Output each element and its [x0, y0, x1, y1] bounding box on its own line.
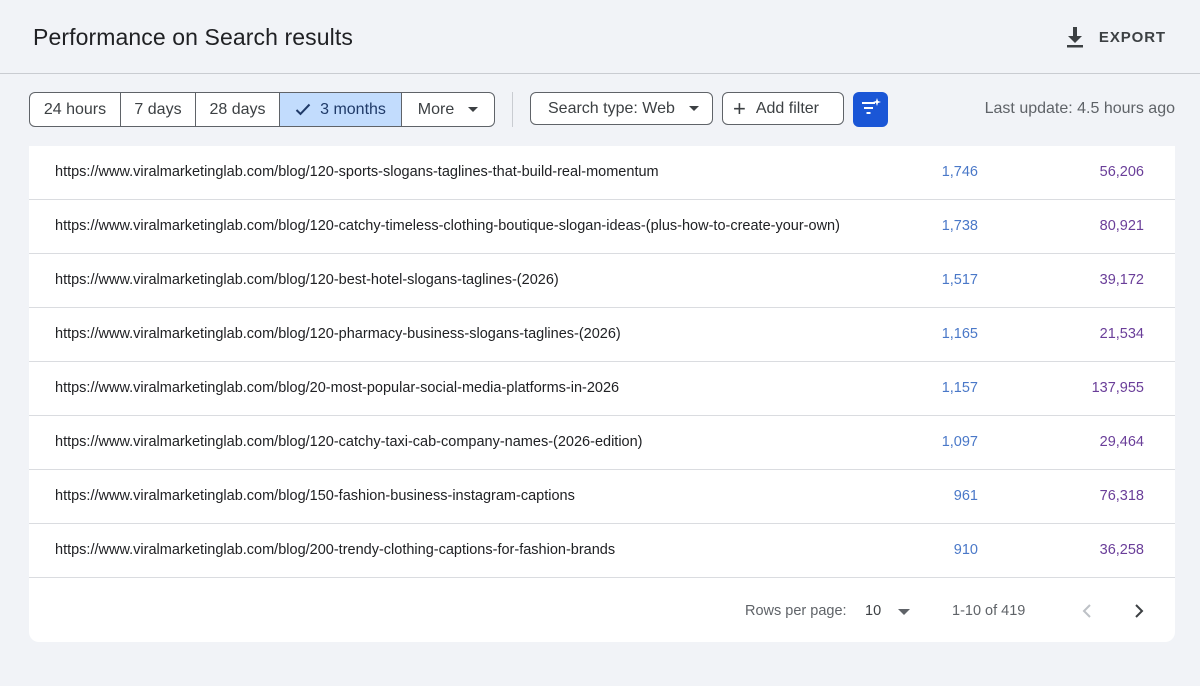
row-clicks: 1,165: [941, 326, 978, 342]
table-row[interactable]: https://www.viralmarketinglab.com/blog/2…: [29, 524, 1175, 578]
row-url: https://www.viralmarketinglab.com/blog/2…: [55, 380, 620, 396]
table-row[interactable]: https://www.viralmarketinglab.com/blog/2…: [29, 362, 1175, 416]
search-type-label: Search type: Web: [548, 99, 675, 117]
row-url: https://www.viralmarketinglab.com/blog/1…: [55, 488, 575, 504]
range-28-days-button[interactable]: 28 days: [196, 93, 280, 126]
add-filter-button[interactable]: + Add filter: [722, 92, 844, 125]
range-3-months-button[interactable]: 3 months: [280, 93, 402, 126]
sparkle-filter-button[interactable]: [853, 92, 888, 127]
row-impressions: 39,172: [1099, 272, 1144, 288]
range-label: 24 hours: [43, 100, 107, 118]
range-label: 28 days: [209, 100, 266, 118]
range-7-days-button[interactable]: 7 days: [121, 93, 196, 126]
chevron-left-icon[interactable]: [1079, 600, 1095, 622]
table-row[interactable]: https://www.viralmarketinglab.com/blog/1…: [29, 308, 1175, 362]
page-range-text: 1-10 of 419: [952, 603, 1026, 619]
rows-per-page-label: Rows per page:: [745, 603, 847, 619]
search-type-dropdown[interactable]: Search type: Web: [530, 92, 713, 125]
page-header: Performance on Search results EXPORT: [0, 0, 1200, 74]
table-row[interactable]: https://www.viralmarketinglab.com/blog/1…: [29, 416, 1175, 470]
row-impressions: 36,258: [1099, 542, 1144, 558]
date-range-selector: 24 hours 7 days 28 days 3 months More: [29, 92, 495, 127]
row-url: https://www.viralmarketinglab.com/blog/1…: [55, 218, 840, 234]
chevron-down-icon: [468, 107, 479, 112]
row-url: https://www.viralmarketinglab.com/blog/2…: [55, 542, 616, 558]
row-impressions: 21,534: [1099, 326, 1144, 342]
row-impressions: 29,464: [1099, 434, 1144, 450]
chevron-right-icon[interactable]: [1131, 600, 1147, 622]
range-24-hours-button[interactable]: 24 hours: [30, 93, 121, 126]
table-row[interactable]: https://www.viralmarketinglab.com/blog/1…: [29, 254, 1175, 308]
row-url: https://www.viralmarketinglab.com/blog/1…: [55, 434, 643, 450]
filter-toolbar: 24 hours 7 days 28 days 3 months More Se…: [29, 92, 1175, 128]
last-update-text: Last update: 4.5 hours ago: [984, 100, 1175, 117]
row-clicks: 961: [953, 488, 978, 504]
plus-icon: +: [733, 95, 746, 121]
row-clicks: 1,746: [941, 164, 978, 180]
table-row[interactable]: https://www.viralmarketinglab.com/blog/1…: [29, 470, 1175, 524]
pages-table: https://www.viralmarketinglab.com/blog/1…: [29, 146, 1175, 642]
export-label: EXPORT: [1098, 28, 1166, 46]
range-label: 3 months: [320, 100, 386, 118]
row-url: https://www.viralmarketinglab.com/blog/1…: [55, 326, 621, 342]
row-clicks: 1,738: [941, 218, 978, 234]
export-button[interactable]: EXPORT: [1065, 26, 1166, 48]
chevron-down-icon: [688, 106, 699, 111]
page-title: Performance on Search results: [33, 24, 353, 50]
checkmark-icon: [295, 103, 311, 116]
row-clicks: 1,517: [941, 272, 978, 288]
range-label: 7 days: [134, 100, 182, 118]
range-more-dropdown[interactable]: More: [402, 93, 494, 126]
row-clicks: 910: [953, 542, 978, 558]
row-impressions: 80,921: [1099, 218, 1144, 234]
toolbar-divider: [512, 92, 513, 127]
download-icon: [1065, 26, 1085, 48]
row-impressions: 76,318: [1099, 488, 1144, 504]
range-label: More: [417, 100, 455, 118]
chevron-down-icon[interactable]: [898, 609, 910, 615]
table-row[interactable]: https://www.viralmarketinglab.com/blog/1…: [29, 146, 1175, 200]
row-url: https://www.viralmarketinglab.com/blog/1…: [55, 272, 559, 288]
rows-per-page-select[interactable]: 10: [865, 603, 881, 619]
row-impressions: 137,955: [1091, 380, 1144, 396]
row-clicks: 1,157: [941, 380, 978, 396]
pagination-bar: Rows per page: 10 1-10 of 419: [29, 580, 1175, 640]
sparkle-filter-icon: [861, 98, 881, 121]
row-impressions: 56,206: [1099, 164, 1144, 180]
table-row[interactable]: https://www.viralmarketinglab.com/blog/1…: [29, 200, 1175, 254]
row-clicks: 1,097: [941, 434, 978, 450]
add-filter-label: Add filter: [755, 99, 819, 117]
row-url: https://www.viralmarketinglab.com/blog/1…: [55, 164, 659, 180]
